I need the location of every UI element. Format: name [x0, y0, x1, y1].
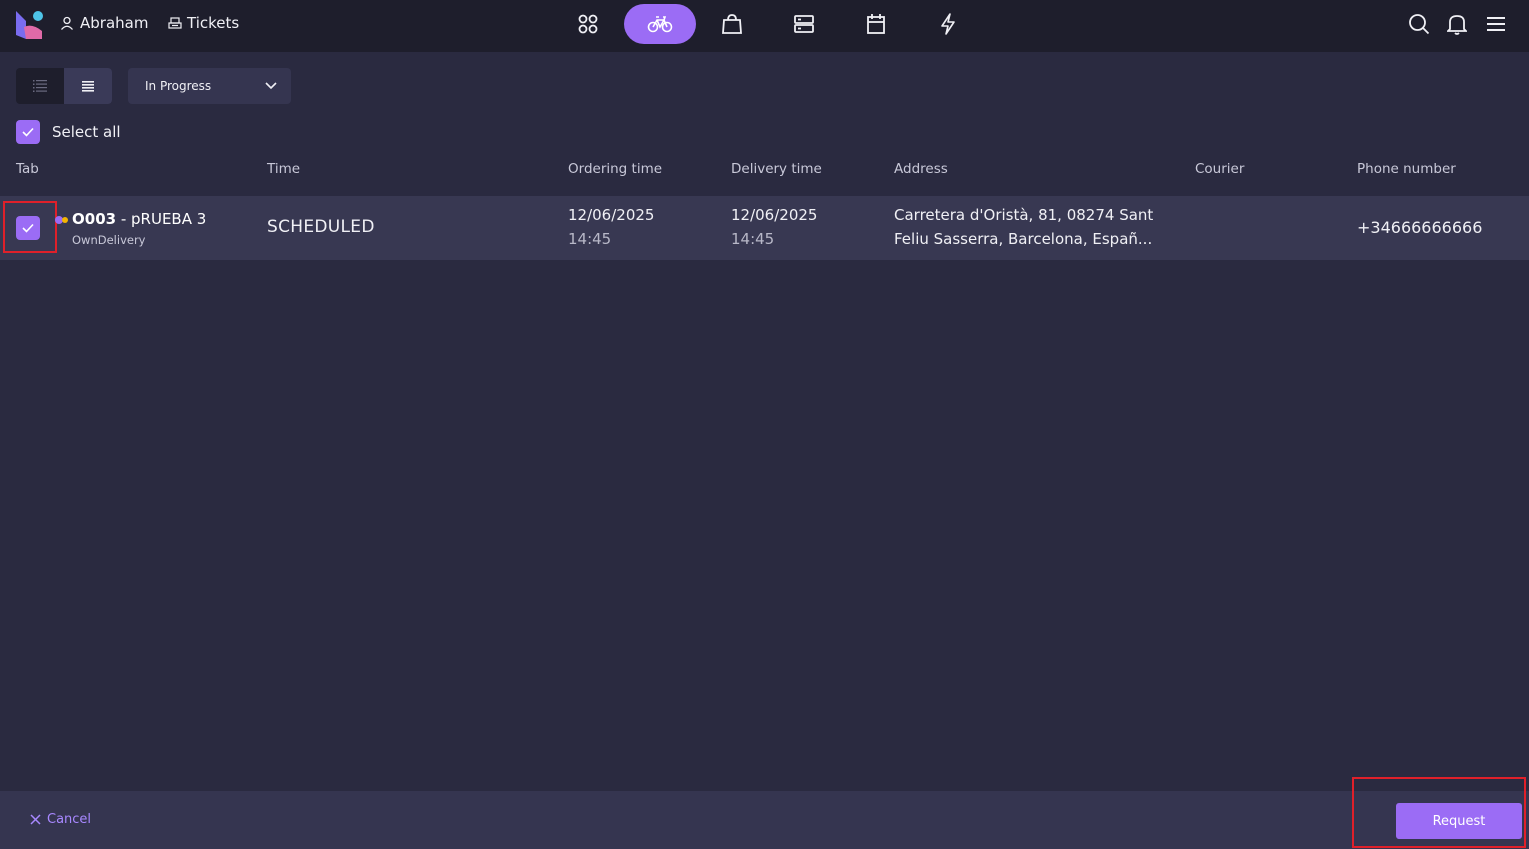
select-all-checkbox[interactable]: [16, 120, 40, 144]
user-menu[interactable]: Abraham: [60, 14, 148, 32]
delivery-date: 12/06/2025: [731, 206, 818, 224]
select-all[interactable]: Select all: [16, 120, 121, 144]
order-channel: OwnDelivery: [72, 233, 146, 247]
order-id: O003: [72, 210, 117, 228]
nav-calendar-button[interactable]: [852, 4, 900, 44]
printer-icon: [168, 17, 182, 29]
chevron-down-icon: [265, 82, 277, 90]
check-icon: [22, 127, 34, 137]
status-filter-dropdown[interactable]: In Progress: [128, 68, 291, 104]
dotted-grid-icon: [33, 80, 47, 92]
search-button[interactable]: [1407, 12, 1431, 36]
nav-server-button[interactable]: [780, 4, 828, 44]
view-toggle: [16, 68, 112, 104]
nav-grid-button[interactable]: [564, 4, 612, 44]
action-footer: [0, 791, 1529, 849]
top-bar: Abraham Tickets: [0, 0, 1529, 52]
bag-icon: [722, 14, 742, 34]
select-all-label: Select all: [52, 123, 121, 141]
ordering-date: 12/06/2025: [568, 206, 655, 224]
list-icon: [82, 81, 94, 92]
tickets-label: Tickets: [187, 14, 240, 32]
address-line1: Carretera d'Oristà, 81, 08274 Sant: [894, 206, 1154, 224]
cancel-label: Cancel: [47, 812, 92, 827]
tickets-button[interactable]: Tickets: [168, 14, 239, 32]
nav-automation-button[interactable]: [924, 4, 972, 44]
menu-icon: [1487, 17, 1505, 31]
list-view-button[interactable]: [64, 68, 112, 104]
column-header-courier[interactable]: Courier: [1195, 161, 1244, 177]
column-header-delivery-time[interactable]: Delivery time: [731, 161, 822, 177]
user-icon: [61, 16, 73, 30]
order-time-status: SCHEDULED: [267, 217, 375, 237]
column-header-address[interactable]: Address: [894, 161, 948, 177]
order-name: - pRUEBA 3: [120, 210, 207, 228]
request-button[interactable]: Request: [1396, 803, 1522, 839]
bicycle-icon: [647, 16, 673, 33]
server-icon: [794, 15, 814, 33]
column-header-time[interactable]: Time: [267, 161, 300, 177]
status-dot-icon: [62, 217, 68, 223]
search-icon: [1409, 14, 1430, 35]
column-header-phone[interactable]: Phone number: [1357, 161, 1456, 177]
order-title: O003 - pRUEBA 3: [72, 210, 206, 228]
grid-icon: [578, 14, 598, 34]
app-logo-icon[interactable]: [14, 9, 46, 39]
cancel-button[interactable]: Cancel: [30, 812, 91, 827]
address-line2: Feliu Sasserra, Barcelona, Españ...: [894, 230, 1153, 248]
column-header-tab[interactable]: Tab: [16, 161, 39, 177]
nav-delivery-button[interactable]: [624, 4, 696, 44]
bell-icon: [1447, 15, 1467, 35]
calendar-icon: [867, 14, 885, 34]
grid-view-button[interactable]: [16, 68, 64, 104]
phone-number: +34666666666: [1357, 218, 1483, 237]
user-name: Abraham: [80, 14, 149, 32]
close-icon: [30, 814, 41, 825]
notifications-button[interactable]: [1445, 12, 1469, 36]
main-menu-button[interactable]: [1484, 12, 1508, 36]
delivery-time: 14:45: [731, 230, 775, 248]
column-header-ordering-time[interactable]: Ordering time: [568, 161, 662, 177]
nav-shop-button[interactable]: [708, 4, 756, 44]
check-icon: [22, 223, 34, 233]
row-checkbox[interactable]: [16, 216, 40, 240]
ordering-time: 14:45: [568, 230, 612, 248]
status-filter-value: In Progress: [145, 79, 212, 93]
lightning-icon: [941, 13, 955, 35]
